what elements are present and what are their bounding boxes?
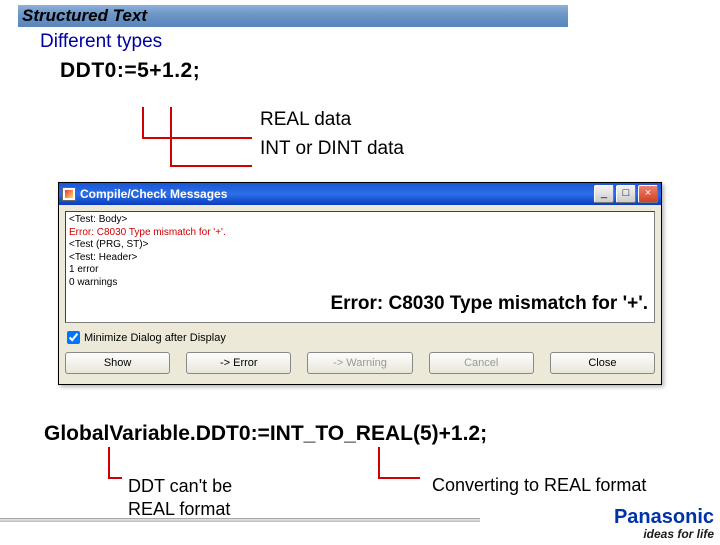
- code2-pre: GlobalVariable.DDT0:=: [44, 422, 270, 445]
- msg-line: <Test: Header>: [69, 252, 651, 265]
- dialog-titlebar[interactable]: Compile/Check Messages _ □ ×: [59, 183, 661, 205]
- label-int: INT or DINT data: [260, 134, 404, 163]
- minimize-button[interactable]: _: [594, 185, 614, 203]
- section-title: Structured Text: [22, 6, 147, 26]
- code2-post: +1.2;: [439, 422, 487, 445]
- code1-op: +: [149, 59, 162, 83]
- dialog-button-row: Show -> Error -> Warning Cancel Close: [65, 350, 655, 378]
- section-header: Structured Text: [18, 5, 568, 27]
- dialog-title: Compile/Check Messages: [80, 187, 594, 201]
- code-line-1: DDT0:=5+1.2;: [60, 59, 720, 83]
- connector: [142, 107, 144, 139]
- code1-rhs: 1.2;: [162, 59, 200, 83]
- subtitle: Different types: [40, 31, 720, 53]
- show-button[interactable]: Show: [65, 352, 170, 374]
- connector: [378, 447, 380, 479]
- error-callout: Error: C8030 Type mismatch for '+'.: [330, 292, 648, 316]
- connector: [170, 165, 252, 167]
- msg-error-line: Error: C8030 Type mismatch for '+'.: [69, 227, 651, 240]
- brand-tagline: ideas for life: [614, 527, 714, 541]
- type-legend: REAL data INT or DINT data: [260, 105, 404, 164]
- cancel-button: Cancel: [429, 352, 534, 374]
- note-convert: Converting to REAL format: [432, 475, 646, 496]
- connector: [170, 107, 172, 167]
- msg-line: 0 warnings: [69, 277, 651, 290]
- msg-line: <Test (PRG, ST)>: [69, 239, 651, 252]
- minimize-checkbox-label: Minimize Dialog after Display: [84, 332, 226, 344]
- code1-lhs: DDT0:=5: [60, 59, 149, 83]
- note-ddt: DDT can't be REAL format: [128, 475, 232, 522]
- brand-logo: Panasonic: [614, 506, 714, 529]
- connector: [108, 447, 110, 479]
- code2-fn: INT_TO_REAL(5): [270, 422, 439, 445]
- goto-warning-button: -> Warning: [307, 352, 412, 374]
- goto-error-button[interactable]: -> Error: [186, 352, 291, 374]
- connector: [142, 137, 252, 139]
- msg-line: 1 error: [69, 264, 651, 277]
- message-list[interactable]: <Test: Body> Error: C8030 Type mismatch …: [65, 211, 655, 323]
- close-button[interactable]: ×: [638, 185, 658, 203]
- msg-line: <Test: Body>: [69, 214, 651, 227]
- minimize-checkbox-row[interactable]: Minimize Dialog after Display: [67, 331, 655, 344]
- compile-dialog: Compile/Check Messages _ □ × <Test: Body…: [58, 182, 662, 385]
- connector: [378, 477, 420, 479]
- connector: [108, 477, 122, 479]
- code-line-2: GlobalVariable.DDT0:=INT_TO_REAL(5)+1.2;: [44, 422, 487, 446]
- minimize-checkbox[interactable]: [67, 331, 80, 344]
- brand-block: Panasonic ideas for life: [614, 506, 714, 541]
- maximize-button[interactable]: □: [616, 185, 636, 203]
- label-real: REAL data: [260, 105, 404, 134]
- dialog-close-button[interactable]: Close: [550, 352, 655, 374]
- dialog-body: <Test: Body> Error: C8030 Type mismatch …: [59, 205, 661, 384]
- divider: [0, 518, 480, 522]
- app-icon: [62, 187, 76, 201]
